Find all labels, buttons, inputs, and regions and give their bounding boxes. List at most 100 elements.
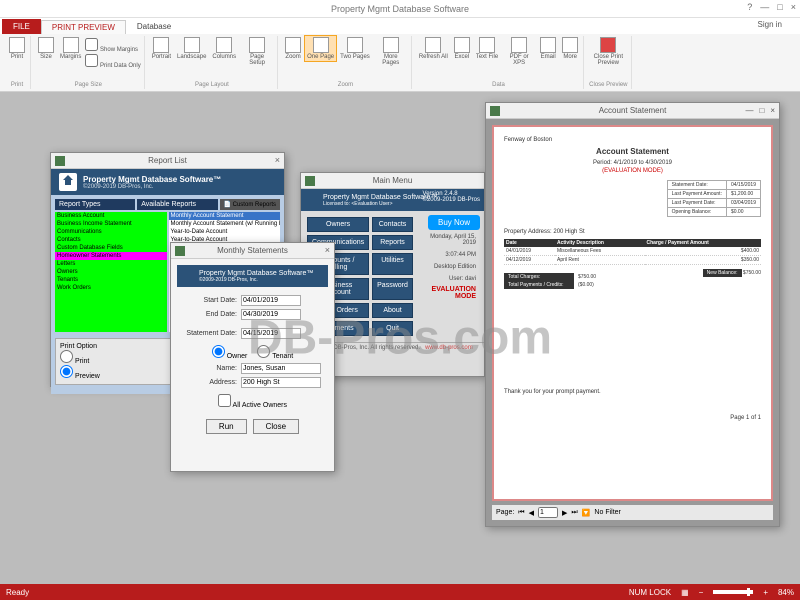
- owner-radio[interactable]: Owner: [212, 345, 248, 360]
- list-item[interactable]: Letters: [55, 260, 167, 268]
- tab-file[interactable]: FILE: [2, 19, 41, 34]
- menu-button[interactable]: Utilities: [372, 253, 413, 275]
- report-types-list[interactable]: Business AccountBusiness Income Statemen…: [55, 212, 167, 332]
- menu-button[interactable]: Reports: [372, 235, 413, 250]
- window-icon: [55, 156, 65, 166]
- list-item[interactable]: Communications: [55, 228, 167, 236]
- pdf-button[interactable]: PDF or XPS: [502, 36, 536, 67]
- list-item[interactable]: Monthly Account Statement: [169, 212, 281, 220]
- name-input[interactable]: [241, 363, 321, 374]
- window-icon: [175, 246, 185, 256]
- window-icon: [490, 106, 500, 116]
- zoom-out-icon[interactable]: −: [699, 588, 704, 597]
- show-margins-check[interactable]: Show Margins: [85, 38, 140, 53]
- excel-button[interactable]: Excel: [452, 36, 472, 61]
- filter-icon[interactable]: 🔽: [582, 509, 591, 517]
- tab-print-preview[interactable]: PRINT PREVIEW: [41, 20, 126, 34]
- one-page-button[interactable]: One Page: [305, 36, 336, 61]
- list-item[interactable]: Business Income Statement: [55, 220, 167, 228]
- nav-prev-icon[interactable]: ◀: [529, 509, 534, 517]
- email-button[interactable]: Email: [538, 36, 558, 61]
- main-menu-title: Main Menu: [373, 176, 413, 185]
- landscape-button[interactable]: Landscape: [175, 36, 208, 61]
- page-num-input[interactable]: [538, 507, 558, 518]
- account-statement-window: Account Statement — □ × Fenway of Boston…: [485, 102, 780, 527]
- zoom-slider[interactable]: [713, 590, 753, 594]
- statusbar: Ready NUM LOCK ▦ − + 84%: [0, 584, 800, 600]
- dbpros-link[interactable]: www.db-pros.com: [425, 345, 473, 351]
- more-button[interactable]: More: [560, 36, 580, 61]
- zoom-value: 84%: [778, 588, 794, 597]
- menu-button[interactable]: Owners: [307, 217, 369, 232]
- custom-reports-button[interactable]: 📄 Custom Reports: [220, 199, 281, 210]
- close-button[interactable]: Close: [253, 419, 299, 434]
- monthly-statements-dialog: Monthly Statements× Property Mgmt Databa…: [170, 242, 335, 472]
- tenant-radio[interactable]: Tenant: [257, 345, 293, 360]
- all-active-check[interactable]: All Active Owners: [218, 394, 287, 409]
- window-icon: [305, 176, 315, 186]
- list-item[interactable]: Owners: [55, 268, 167, 276]
- two-pages-button[interactable]: Two Pages: [338, 36, 372, 61]
- page-setup-button[interactable]: Page Setup: [240, 36, 274, 67]
- statement-document: Fenway of Boston Account Statement Perio…: [492, 125, 773, 501]
- nav-next-icon[interactable]: ▶: [562, 509, 567, 517]
- window-controls: ? — □ ×: [747, 2, 796, 12]
- menu-button[interactable]: About: [372, 303, 413, 318]
- sign-in-link[interactable]: Sign in: [758, 20, 782, 29]
- buy-now-button[interactable]: Buy Now: [428, 215, 480, 230]
- available-reports-header: Available Reports: [137, 199, 217, 210]
- preview-radio[interactable]: Preview: [60, 373, 100, 380]
- list-item[interactable]: Monthly Account Statement (w/ Running Ba…: [169, 220, 281, 228]
- start-date-input[interactable]: [241, 295, 301, 306]
- close-icon[interactable]: ×: [325, 245, 330, 255]
- list-item[interactable]: Contacts: [55, 236, 167, 244]
- size-button[interactable]: Size: [36, 36, 56, 61]
- app-titlebar: Property Mgmt Database Software ? — □ ×: [0, 0, 800, 18]
- text-button[interactable]: Text File: [474, 36, 500, 61]
- run-button[interactable]: Run: [206, 419, 247, 434]
- address-input[interactable]: [241, 377, 321, 388]
- more-pages-button[interactable]: More Pages: [374, 36, 408, 67]
- maximize-icon[interactable]: □: [759, 106, 764, 115]
- nav-last-icon[interactable]: ⏭: [571, 509, 577, 517]
- nav-first-icon[interactable]: ⏮: [518, 509, 524, 517]
- tab-database[interactable]: Database: [126, 19, 182, 34]
- stmt-heading: Account Statement: [504, 147, 761, 156]
- print-radio[interactable]: Print: [60, 358, 89, 365]
- list-item[interactable]: Year-to-Date Account: [169, 228, 281, 236]
- close-icon[interactable]: ×: [791, 2, 796, 12]
- close-icon[interactable]: ×: [275, 155, 280, 165]
- print-data-only-check[interactable]: Print Data Only: [85, 54, 140, 69]
- view-icon[interactable]: ▦: [681, 588, 689, 597]
- portrait-button[interactable]: Portrait: [150, 36, 173, 61]
- menu-button[interactable]: Contacts: [372, 217, 413, 232]
- minimize-icon[interactable]: —: [745, 106, 753, 115]
- menu-button[interactable]: Quit: [372, 321, 413, 336]
- list-item[interactable]: Business Account: [55, 212, 167, 220]
- help-icon[interactable]: ?: [747, 2, 752, 12]
- minimize-icon[interactable]: —: [760, 2, 769, 12]
- columns-button[interactable]: Columns: [210, 36, 238, 61]
- status-ready: Ready: [6, 588, 29, 597]
- zoom-in-icon[interactable]: +: [763, 588, 768, 597]
- info-table: Statement Date:04/15/2019Last Payment Am…: [667, 180, 761, 217]
- end-date-input[interactable]: [241, 309, 301, 320]
- margins-button[interactable]: Margins: [58, 36, 83, 61]
- list-item[interactable]: Custom Database Fields: [55, 244, 167, 252]
- close-preview-button[interactable]: Close Print Preview: [591, 36, 625, 67]
- zoom-button[interactable]: Zoom: [283, 36, 303, 61]
- stmt-window-title: Account Statement: [599, 106, 667, 115]
- list-item[interactable]: Tenants: [55, 276, 167, 284]
- monthly-title: Monthly Statements: [217, 246, 288, 255]
- list-item[interactable]: Homeowner Statements: [55, 252, 167, 260]
- print-button[interactable]: Print: [7, 36, 27, 61]
- refresh-button[interactable]: Refresh All: [417, 36, 450, 61]
- menu-button[interactable]: Password: [372, 278, 413, 300]
- page-navigator: Page: ⏮ ◀ ▶ ⏭ 🔽 No Filter: [492, 505, 773, 520]
- list-item[interactable]: Work Orders: [55, 284, 167, 292]
- logo-icon: [181, 269, 195, 283]
- close-icon[interactable]: ×: [770, 106, 775, 115]
- statement-date-input[interactable]: [241, 328, 301, 339]
- report-list-title: Report List: [148, 156, 187, 165]
- maximize-icon[interactable]: □: [777, 2, 782, 12]
